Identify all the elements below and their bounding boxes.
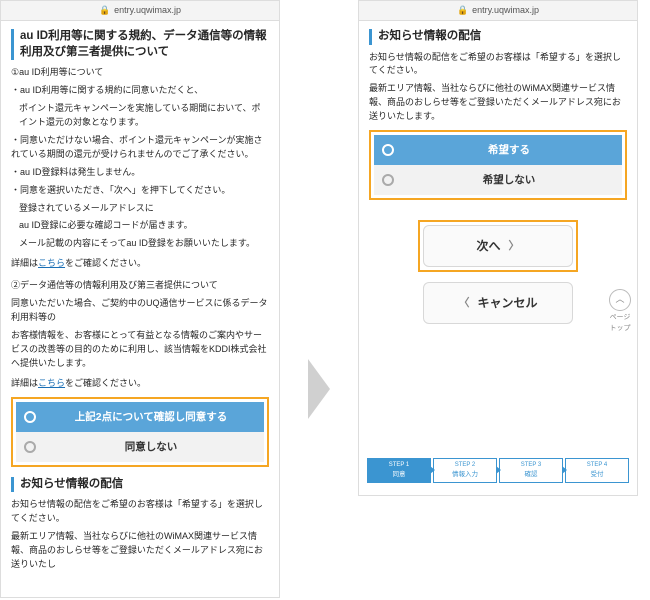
step-indicator: STEP 1同意 STEP 2情報入力 STEP 3確認 STEP 4受付 [359, 452, 637, 489]
step-4: STEP 4受付 [565, 458, 629, 483]
step-2: STEP 2情報入力 [433, 458, 497, 483]
heading-2: ②データ通信等の情報利用及び第三者提供について [11, 279, 269, 293]
detail-line-2: 詳細はこちらをご確認ください。 [11, 377, 269, 391]
section-title-1: au ID利用等に関する規約、データ通信等の情報利用及び第三者提供について [20, 29, 269, 60]
chevron-left-icon: 〈 [458, 295, 469, 312]
detail-link-2[interactable]: こちら [38, 378, 65, 388]
url-text: entry.uqwimax.jp [472, 4, 539, 18]
url-bar: 🔒 entry.uqwimax.jp [359, 1, 637, 21]
lock-icon: 🔒 [99, 4, 110, 18]
heading-1: ①au ID利用等について [11, 66, 269, 80]
page-top-button[interactable]: ︿ ページ トップ [609, 289, 631, 335]
wish-option-yes[interactable]: 希望する [374, 135, 622, 165]
chevron-up-icon: ︿ [609, 289, 631, 311]
wish-option-group: 希望する 希望しない [369, 130, 627, 200]
next-button[interactable]: 次へ〉 [423, 225, 573, 267]
section-title-2: お知らせ情報の配信 [20, 477, 123, 493]
agree-option-no[interactable]: 同意しない [16, 432, 264, 462]
url-text: entry.uqwimax.jp [114, 4, 181, 18]
flow-arrow-icon [308, 359, 330, 419]
detail-link-1[interactable]: こちら [38, 258, 65, 268]
radio-icon [24, 411, 36, 423]
detail-line-1: 詳細はこちらをご確認ください。 [11, 257, 269, 271]
agree-option-group: 上記2点について確認し同意する 同意しない [11, 397, 269, 467]
left-screen: 🔒 entry.uqwimax.jp au ID利用等に関する規約、データ通信等… [0, 0, 280, 598]
chevron-right-icon: 〉 [509, 238, 520, 255]
wish-option-no[interactable]: 希望しない [374, 165, 622, 195]
step-3: STEP 3確認 [499, 458, 563, 483]
section-title: お知らせ情報の配信 [378, 29, 481, 45]
radio-icon [382, 174, 394, 186]
next-button-highlight: 次へ〉 [418, 220, 578, 272]
lock-icon: 🔒 [457, 4, 468, 18]
cancel-button[interactable]: 〈キャンセル [423, 282, 573, 324]
radio-icon [24, 441, 36, 453]
radio-icon [382, 144, 394, 156]
agree-option-yes[interactable]: 上記2点について確認し同意する [16, 402, 264, 432]
step-1: STEP 1同意 [367, 458, 431, 483]
right-screen: 🔒 entry.uqwimax.jp お知らせ情報の配信 お知らせ情報の配信をご… [358, 0, 638, 496]
url-bar: 🔒 entry.uqwimax.jp [1, 1, 279, 21]
